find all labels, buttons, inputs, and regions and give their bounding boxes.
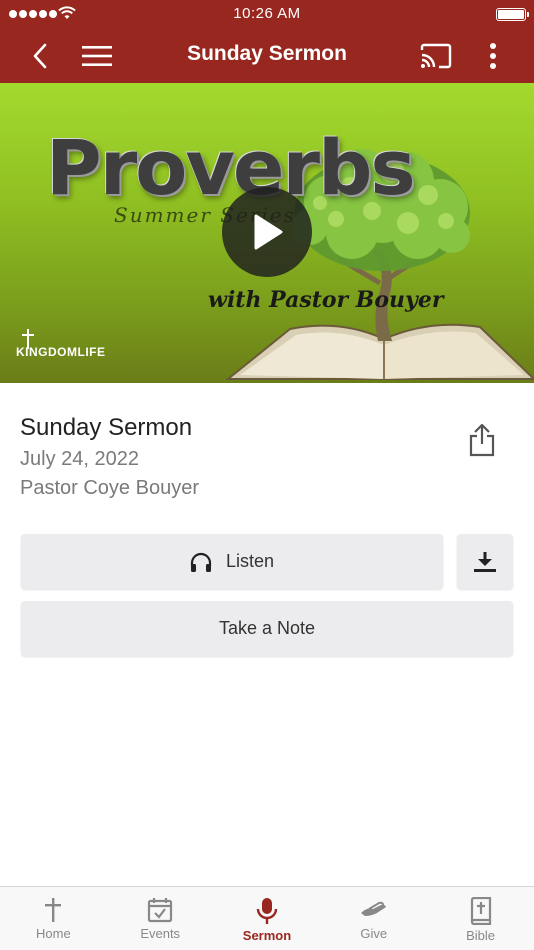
artwork-series-title: Proverbs [46,123,416,212]
microphone-icon [256,898,278,924]
tab-sermon[interactable]: Sermon [214,887,321,950]
bible-icon [470,897,491,925]
take-note-label: Take a Note [218,618,316,638]
cross-icon [45,898,62,922]
tab-give[interactable]: Give [320,887,427,950]
logo-cross-icon [22,329,34,349]
giving-hand-icon [360,901,386,916]
listen-button-label: Listen [225,551,275,571]
church-logo: KINGDOMLIFE [16,329,106,359]
play-button[interactable] [222,187,312,277]
bottom-tab-bar: Home Events Sermon Give Bible [0,886,534,950]
back-button[interactable] [20,36,60,76]
artwork-byline: with Pastor Bouyer [208,287,444,313]
take-note-button[interactable]: Take a Note [21,601,513,656]
tab-give-label: Give [360,926,388,941]
calendar-check-icon [148,898,173,923]
download-icon [474,551,496,572]
cast-icon [420,43,452,69]
status-bar: 10:26 AM [0,0,534,28]
sermon-title: Sunday Sermon [20,414,193,441]
share-button[interactable] [464,420,500,460]
page-title: Sunday Sermon [187,42,347,65]
cast-button[interactable] [416,36,456,76]
headphones-icon [190,552,212,572]
sermon-info: Sunday Sermon July 24, 2022 Pastor Coye … [20,414,199,500]
sermon-date: July 24, 2022 [20,448,139,470]
more-vertical-icon [490,43,496,69]
nav-bar: Sunday Sermon [0,28,534,83]
tab-bible-label: Bible [466,928,496,943]
status-time: 10:26 AM [233,5,301,22]
tab-sermon-label: Sermon [242,928,292,943]
download-button[interactable] [457,534,513,589]
tab-events-label: Events [140,926,181,941]
sermon-speaker: Pastor Coye Bouyer [20,477,199,499]
tab-bible[interactable]: Bible [427,887,534,950]
battery-icon [496,8,529,21]
app-header: 10:26 AM Sunday Sermon [0,0,534,83]
listen-button[interactable]: Listen [21,534,443,589]
tab-home-label: Home [36,926,71,941]
menu-button[interactable] [77,36,117,76]
play-icon [254,214,283,250]
more-options-button[interactable] [473,36,513,76]
share-icon [469,423,495,457]
hamburger-menu-icon [82,46,112,66]
sermon-artwork-video[interactable]: Proverbs Summer Series with Pastor Bouye… [0,83,534,383]
tab-home[interactable]: Home [0,887,107,950]
chevron-left-icon [33,43,47,69]
tab-events[interactable]: Events [107,887,214,950]
